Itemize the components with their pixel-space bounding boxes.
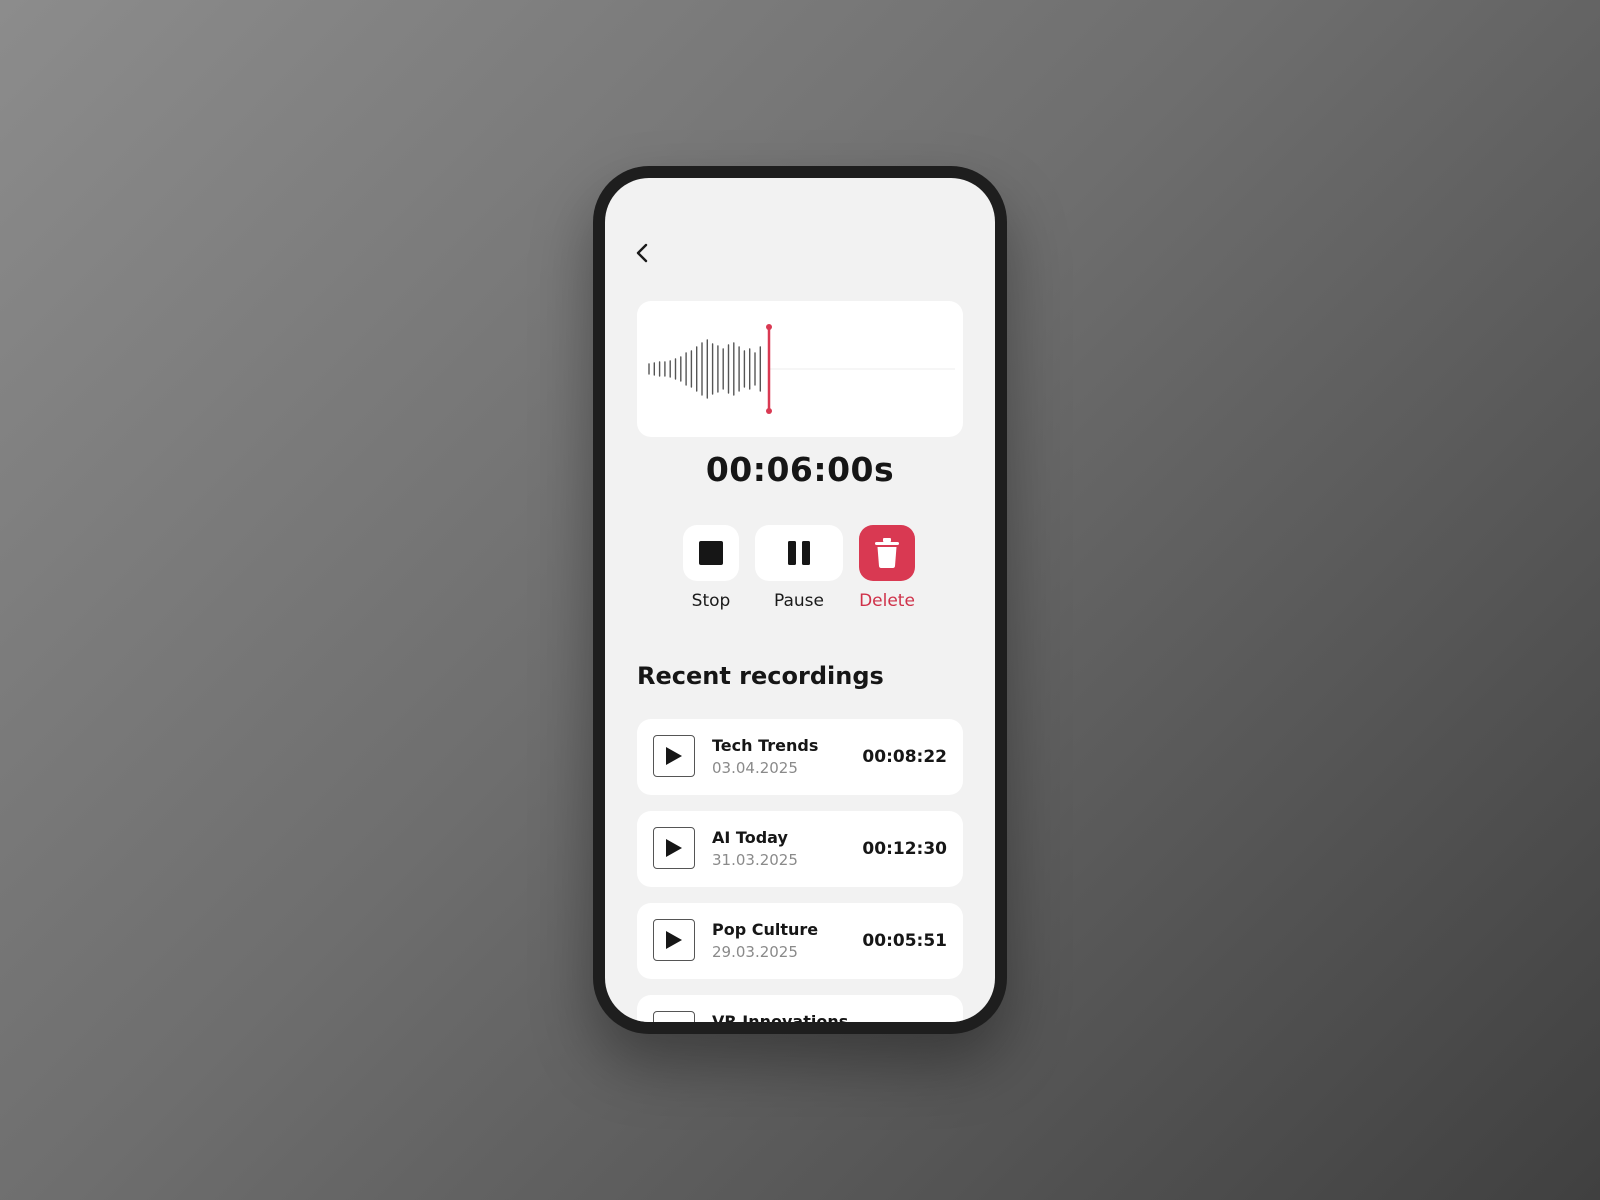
phone-frame: 00:06:00s Stop Pause Delete Recent recor… xyxy=(593,166,1007,1034)
recording-date: 31.03.2025 xyxy=(712,851,798,869)
play-button[interactable] xyxy=(653,919,695,961)
stop-control: Stop xyxy=(683,525,739,611)
play-icon xyxy=(666,747,682,765)
recording-name: VR Innovations xyxy=(712,1012,849,1022)
recording-item[interactable]: Tech Trends 03.04.2025 00:08:22 xyxy=(637,719,963,795)
back-button[interactable] xyxy=(627,238,657,268)
pause-button[interactable] xyxy=(755,525,843,581)
stop-button[interactable] xyxy=(683,525,739,581)
recent-recordings-heading: Recent recordings xyxy=(637,662,884,690)
waveform xyxy=(648,324,955,414)
recording-name: AI Today xyxy=(712,828,788,847)
recording-name: Pop Culture xyxy=(712,920,819,939)
recording-name: Tech Trends xyxy=(712,736,819,755)
recording-date: 29.03.2025 xyxy=(712,943,798,961)
recording-duration: 00:08:22 xyxy=(862,747,947,767)
play-icon xyxy=(666,839,682,857)
elapsed-timer: 00:06:00s xyxy=(705,450,895,489)
recording-item[interactable]: Pop Culture 29.03.2025 00:05:51 xyxy=(637,903,963,979)
play-button[interactable] xyxy=(653,1011,695,1022)
waveform-panel xyxy=(637,301,963,437)
recording-item[interactable]: VR Innovations xyxy=(637,995,963,1022)
play-icon xyxy=(666,931,682,949)
delete-control: Delete xyxy=(859,525,915,611)
pause-control: Pause xyxy=(755,525,843,611)
stop-label: Stop xyxy=(691,591,731,611)
chevron-left-icon xyxy=(636,243,648,263)
play-button[interactable] xyxy=(653,735,695,777)
recording-duration: 00:05:51 xyxy=(862,931,947,951)
stop-square-icon xyxy=(699,541,723,565)
pause-label: Pause xyxy=(774,591,824,611)
delete-button[interactable] xyxy=(859,525,915,581)
trash-icon xyxy=(875,538,899,568)
recording-date: 03.04.2025 xyxy=(712,759,798,777)
app-screen: 00:06:00s Stop Pause Delete Recent recor… xyxy=(605,178,995,1022)
recording-duration: 00:12:30 xyxy=(862,839,947,859)
recording-item[interactable]: AI Today 31.03.2025 00:12:30 xyxy=(637,811,963,887)
play-button[interactable] xyxy=(653,827,695,869)
pause-icon xyxy=(788,541,810,565)
delete-label: Delete xyxy=(859,591,915,611)
